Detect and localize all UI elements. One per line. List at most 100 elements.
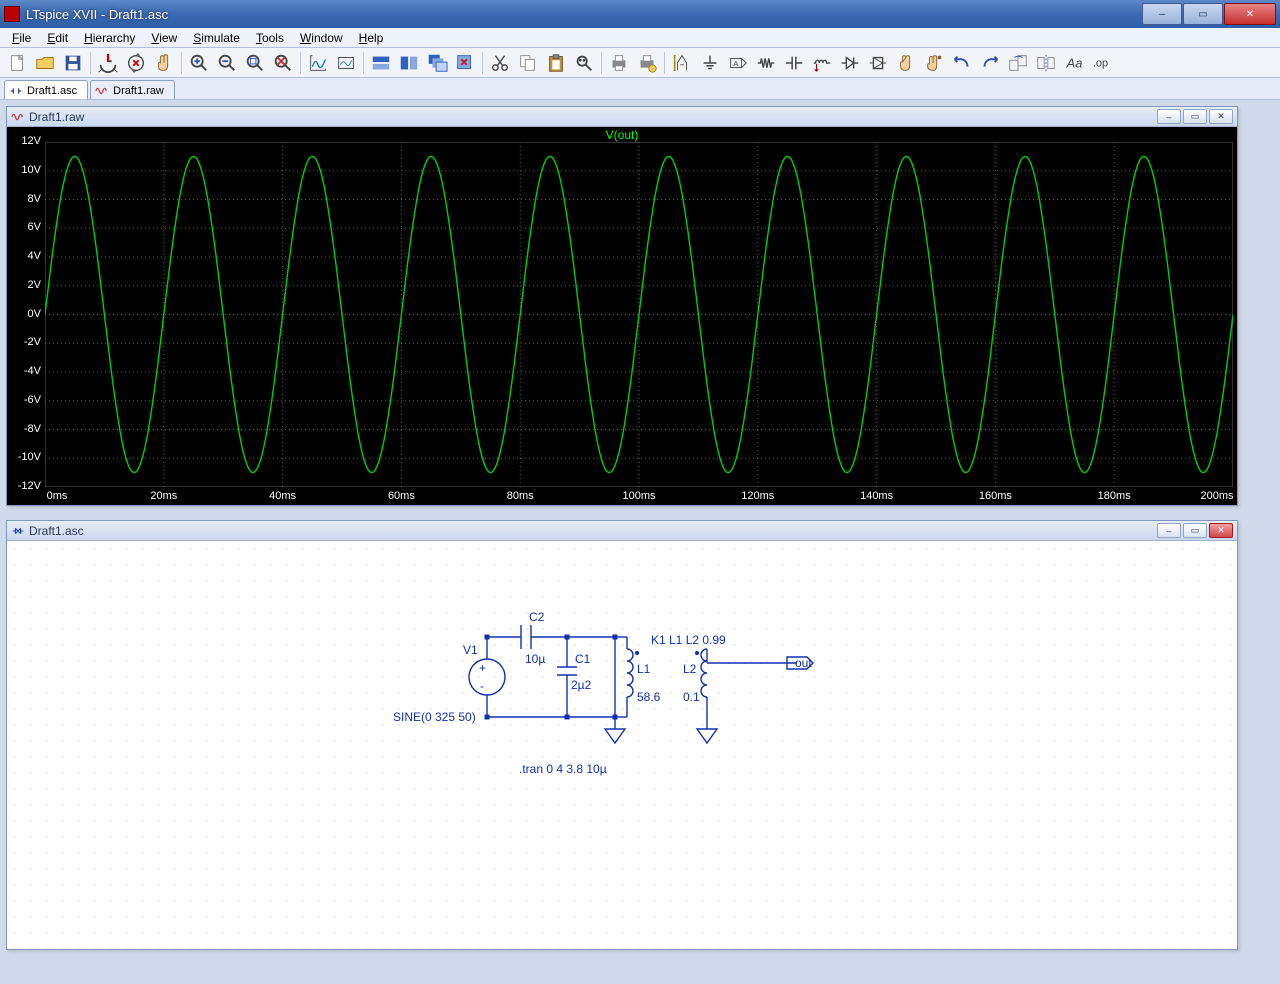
toolbtn-component[interactable] — [865, 51, 891, 75]
child-minimize-button[interactable]: – — [1157, 109, 1181, 124]
toolbtn-zoom-in[interactable] — [186, 51, 212, 75]
toolbtn-zoom-back[interactable] — [270, 51, 296, 75]
toolbar-separator — [363, 52, 364, 74]
label-V1-value[interactable]: SINE(0 325 50) — [393, 710, 476, 724]
label-L1-value[interactable]: 58.6 — [637, 690, 661, 704]
waveform-title-bar[interactable]: Draft1.raw – ▭ ✕ — [7, 107, 1237, 127]
toolbtn-drag[interactable] — [921, 51, 947, 75]
child-maximize-button[interactable]: ▭ — [1183, 523, 1207, 538]
tile-v-icon — [398, 52, 420, 74]
toolbtn-draw-wire[interactable] — [669, 51, 695, 75]
undo-icon — [951, 52, 973, 74]
toolbtn-op[interactable]: .op — [1089, 51, 1115, 75]
toolbtn-autorange[interactable] — [305, 51, 331, 75]
toolbtn-setup[interactable] — [634, 51, 660, 75]
trace-title[interactable]: V(out) — [7, 128, 1237, 142]
label-L2-value[interactable]: 0.1 — [683, 690, 700, 704]
menu-edit[interactable]: Edit — [39, 30, 76, 46]
y-tick-label: 2V — [7, 279, 41, 291]
toolbtn-open[interactable] — [32, 51, 58, 75]
schematic-window[interactable]: Draft1.asc – ▭ ✕ C210µ+-V1SINE(0 325 50)… — [6, 520, 1238, 950]
y-tick-label: 6V — [7, 221, 41, 233]
doctab-Draft1-asc[interactable]: Draft1.asc — [4, 80, 88, 99]
child-close-button[interactable]: ✕ — [1209, 523, 1233, 538]
menu-tools[interactable]: Tools — [248, 30, 292, 46]
label-C2[interactable]: C2 — [529, 610, 545, 624]
toolbtn-ground[interactable] — [697, 51, 723, 75]
x-tick-label: 200ms — [1200, 490, 1233, 502]
toolbtn-label[interactable]: A — [725, 51, 751, 75]
close-button[interactable]: ✕ — [1224, 3, 1276, 25]
toolbtn-tile-h[interactable] — [368, 51, 394, 75]
label-L1[interactable]: L1 — [637, 662, 651, 676]
toolbtn-rotate[interactable] — [1005, 51, 1031, 75]
toolbtn-run[interactable] — [95, 51, 121, 75]
spice-directive-tran[interactable]: .tran 0 4 3.8 10µ — [519, 762, 607, 776]
minimize-button[interactable]: – — [1142, 3, 1182, 25]
diode-icon — [839, 52, 861, 74]
waveform-svg — [45, 142, 1233, 487]
toolbtn-cut[interactable] — [487, 51, 513, 75]
doctab-Draft1-raw[interactable]: Draft1.raw — [90, 80, 175, 99]
svg-text:.op: .op — [1093, 57, 1108, 69]
redo-icon — [979, 52, 1001, 74]
toolbtn-tile-v[interactable] — [396, 51, 422, 75]
toolbtn-move[interactable] — [893, 51, 919, 75]
toolbtn-zoom-out[interactable] — [214, 51, 240, 75]
y-tick-label: -4V — [7, 365, 41, 377]
label-L2[interactable]: L2 — [683, 662, 697, 676]
menu-help[interactable]: Help — [351, 30, 392, 46]
child-maximize-button[interactable]: ▭ — [1183, 109, 1207, 124]
toolbtn-stop[interactable] — [123, 51, 149, 75]
y-tick-label: -2V — [7, 336, 41, 348]
toolbtn-print[interactable] — [606, 51, 632, 75]
schematic-title-bar[interactable]: Draft1.asc – ▭ ✕ — [7, 521, 1237, 541]
toolbtn-zoom-fit[interactable] — [242, 51, 268, 75]
label-C2-value[interactable]: 10µ — [525, 652, 545, 666]
label-C1-value[interactable]: 2µ2 — [571, 678, 592, 692]
toolbtn-diode[interactable] — [837, 51, 863, 75]
toolbtn-undo[interactable] — [949, 51, 975, 75]
drag-icon — [923, 52, 945, 74]
toolbtn-new[interactable] — [4, 51, 30, 75]
y-tick-label: -12V — [7, 480, 41, 492]
maximize-button[interactable]: ▭ — [1183, 3, 1223, 25]
run-icon — [97, 52, 119, 74]
toolbtn-paste[interactable] — [543, 51, 569, 75]
schematic-canvas[interactable]: C210µ+-V1SINE(0 325 50)C12µ2L158.6K1 L1 … — [7, 541, 1237, 949]
setup-icon — [636, 52, 658, 74]
menu-simulate[interactable]: Simulate — [185, 30, 248, 46]
x-tick-label: 0ms — [47, 490, 68, 502]
toolbtn-capacitor[interactable] — [781, 51, 807, 75]
toolbtn-find[interactable] — [571, 51, 597, 75]
toolbtn-mirror[interactable] — [1033, 51, 1059, 75]
toolbtn-pan-plot[interactable] — [333, 51, 359, 75]
toolbtn-inductor[interactable] — [809, 51, 835, 75]
text-icon: Aa — [1063, 52, 1085, 74]
label-C1[interactable]: C1 — [575, 652, 591, 666]
menu-file[interactable]: File — [4, 30, 39, 46]
toolbtn-hand[interactable] — [151, 51, 177, 75]
net-label-out[interactable]: out — [795, 656, 812, 670]
toolbtn-redo[interactable] — [977, 51, 1003, 75]
child-minimize-button[interactable]: – — [1157, 523, 1181, 538]
menu-window[interactable]: Window — [292, 30, 351, 46]
toolbtn-text[interactable]: Aa — [1061, 51, 1087, 75]
paste-icon — [545, 52, 567, 74]
toolbtn-copy[interactable] — [515, 51, 541, 75]
waveform-window[interactable]: Draft1.raw – ▭ ✕ V(out) -12V-10V-8V-6V-4… — [6, 106, 1238, 506]
toolbar-separator — [482, 52, 483, 74]
menu-view[interactable]: View — [143, 30, 185, 46]
zoom-fit-icon — [244, 52, 266, 74]
waveform-plot-area[interactable]: V(out) -12V-10V-8V-6V-4V-2V0V2V4V6V8V10V… — [7, 127, 1237, 505]
menu-hierarchy[interactable]: Hierarchy — [76, 30, 143, 46]
child-close-button[interactable]: ✕ — [1209, 109, 1233, 124]
window-title: LTspice XVII - Draft1.asc — [26, 7, 168, 22]
toolbtn-resistor[interactable] — [753, 51, 779, 75]
toolbtn-close-all[interactable] — [452, 51, 478, 75]
toolbtn-cascade[interactable] — [424, 51, 450, 75]
label-K-directive[interactable]: K1 L1 L2 0.99 — [651, 633, 726, 647]
label-V1[interactable]: V1 — [463, 643, 478, 657]
toolbtn-save[interactable] — [60, 51, 86, 75]
titlebar[interactable]: LTspice XVII - Draft1.asc – ▭ ✕ — [0, 0, 1280, 28]
